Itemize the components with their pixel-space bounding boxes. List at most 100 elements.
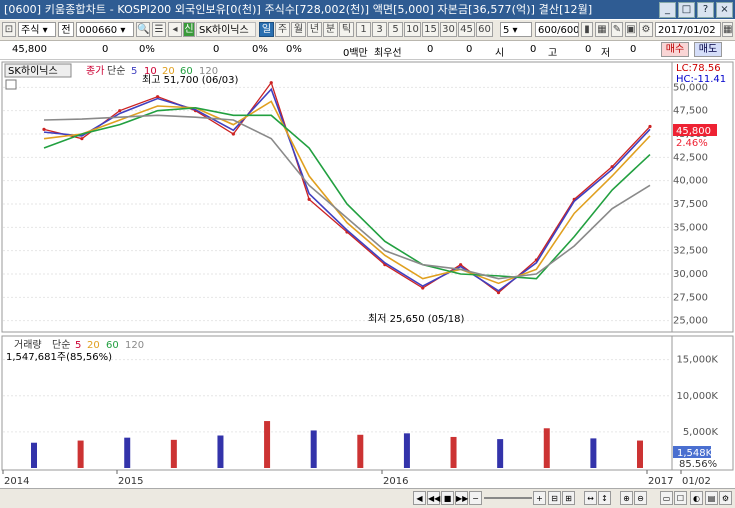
minute-button-2[interactable]: 5: [388, 22, 403, 37]
legend-ma5: 5: [131, 66, 137, 77]
interval-value: 5: [503, 25, 510, 36]
zoom-in-icon[interactable]: +: [533, 491, 546, 505]
tool-j-icon[interactable]: ▤: [705, 491, 718, 505]
tool-g-icon[interactable]: ▭: [660, 491, 673, 505]
window-titlebar: [0600] 키움종합차트 - KOSPI200 외국인보유[0(천)] 주식수…: [0, 0, 735, 19]
minute-button-6[interactable]: 45: [458, 22, 475, 37]
current-volume-pct: 85.56%: [679, 459, 717, 470]
period-tab-5[interactable]: 틱: [339, 22, 354, 37]
help-icon[interactable]: ?: [697, 2, 714, 18]
max-annotation: 최고 51,700 (06/03): [142, 74, 238, 86]
stop-icon[interactable]: ■: [441, 491, 454, 505]
x-tick-label: 2017: [648, 476, 673, 487]
hc-label: HC:-11.41: [676, 74, 726, 85]
close-point: [80, 137, 84, 141]
close-icon[interactable]: ×: [716, 2, 733, 18]
change-value: 0: [102, 44, 109, 55]
list-icon[interactable]: ☰: [152, 22, 166, 37]
scroll-back-icon[interactable]: ◀◀: [427, 491, 440, 505]
period-tab-3[interactable]: 년: [307, 22, 322, 37]
price-tick-label: 32,500: [673, 246, 708, 257]
period-tab-0[interactable]: 일: [259, 22, 274, 37]
save-icon[interactable]: ▣: [625, 22, 637, 37]
lock-icon[interactable]: ▮: [581, 22, 593, 37]
panel-table-icon[interactable]: [5, 79, 17, 90]
tool-k-icon[interactable]: ⚙: [719, 491, 732, 505]
market-select[interactable]: 주식 ▾: [18, 22, 56, 37]
minute-button-4[interactable]: 15: [422, 22, 439, 37]
tool-b-icon[interactable]: ⊞: [562, 491, 575, 505]
buy-button[interactable]: 매수: [661, 42, 689, 57]
volume-legend-type: 단순: [52, 339, 70, 351]
tool-e-icon[interactable]: ⊕: [620, 491, 633, 505]
volume-tick-label: 15,000K: [676, 355, 718, 366]
x-tick-label: 2014: [4, 476, 29, 487]
value-1: 0: [213, 44, 220, 55]
best-quote-value: 0: [427, 44, 434, 55]
minimize-icon[interactable]: _: [659, 2, 676, 18]
price-legend-name: SK하이닉스: [8, 64, 58, 77]
tool-c-icon[interactable]: ↔: [584, 491, 597, 505]
expand-icon[interactable]: ⊡: [2, 22, 16, 37]
minute-button-0[interactable]: 1: [356, 22, 371, 37]
calendar-icon[interactable]: ▦: [722, 22, 733, 37]
tool-h-icon[interactable]: ☐: [674, 491, 687, 505]
high-value: 0: [585, 44, 592, 55]
maximize-icon[interactable]: □: [678, 2, 695, 18]
minute-button-7[interactable]: 60: [476, 22, 493, 37]
sell-button[interactable]: 매도: [694, 42, 722, 57]
volume-bar: [264, 421, 271, 468]
compare-toggle[interactable]: 전: [58, 22, 74, 37]
prev-stock-icon[interactable]: ◂: [168, 22, 182, 37]
tool-i-icon[interactable]: ◐: [690, 491, 703, 505]
price-tick-label: 25,000: [673, 316, 708, 327]
tool-d-icon[interactable]: ↕: [598, 491, 611, 505]
scroll-forward-icon[interactable]: ▶▶: [455, 491, 468, 505]
vol-legend-ma5: 5: [75, 340, 81, 351]
price-legend-type: 단순: [107, 65, 125, 77]
zoom-slider[interactable]: [484, 497, 532, 499]
scroll-first-icon[interactable]: ◀: [413, 491, 426, 505]
volume-bar: [124, 437, 131, 468]
minute-button-1[interactable]: 3: [372, 22, 387, 37]
min-annotation: 최저 25,650 (05/18): [368, 313, 464, 325]
volume-bar: [170, 439, 177, 468]
edit-icon[interactable]: ✎: [611, 22, 623, 37]
settings-icon[interactable]: ⚙: [639, 22, 653, 37]
close-point: [118, 109, 122, 113]
x-tick-label: 2015: [118, 476, 143, 487]
market-label: 주식: [21, 25, 40, 36]
minute-button-3[interactable]: 10: [404, 22, 421, 37]
search-icon[interactable]: 🔍: [136, 22, 150, 37]
change-pct: 0%: [139, 44, 155, 55]
interval-select[interactable]: 5 ▾: [500, 22, 532, 37]
period-tab-1[interactable]: 주: [275, 22, 290, 37]
date-input[interactable]: 2017/01/02: [655, 22, 721, 37]
count-input[interactable]: 600/600: [535, 22, 579, 37]
lc-label: LC:78.56: [676, 63, 721, 74]
price-tick-label: 30,000: [673, 269, 708, 280]
chart-toolbar: ⊡ 주식 ▾ 전 000660 ▾ 🔍 ☰ ◂ 신 SK하이닉스 일주월년분틱 …: [0, 20, 735, 41]
volume-bar: [357, 434, 364, 468]
price-tick-label: 47,500: [673, 106, 708, 117]
code-input[interactable]: 000660 ▾: [76, 22, 134, 37]
close-point: [42, 127, 46, 131]
current-price: 45,800: [12, 44, 47, 55]
best-quote-label: 최우선: [374, 48, 402, 59]
stock-name: SK하이닉스: [196, 22, 256, 37]
volume-tick-label: 10,000K: [676, 391, 718, 402]
low-label: 저: [601, 48, 611, 59]
chart-svg[interactable]: 25,000 27,500 30,000 32,500 35,000 37,500 40,0…: [0, 60, 735, 488]
minute-button-5[interactable]: 30: [440, 22, 457, 37]
grid-icon[interactable]: ▦: [595, 22, 609, 37]
trade-amount: 0백만: [343, 48, 368, 59]
period-tab-2[interactable]: 월: [291, 22, 306, 37]
period-tab-4[interactable]: 분: [323, 22, 338, 37]
tool-a-icon[interactable]: ⊟: [548, 491, 561, 505]
tool-f-icon[interactable]: ⊖: [634, 491, 647, 505]
value-3: 0: [466, 44, 473, 55]
value-2-pct: 0%: [286, 44, 302, 55]
zoom-out-icon[interactable]: −: [469, 491, 482, 505]
price-tick-label: 37,500: [673, 199, 708, 210]
chart-area[interactable]: 25,000 27,500 30,000 32,500 35,000 37,500 40,0…: [0, 60, 735, 488]
